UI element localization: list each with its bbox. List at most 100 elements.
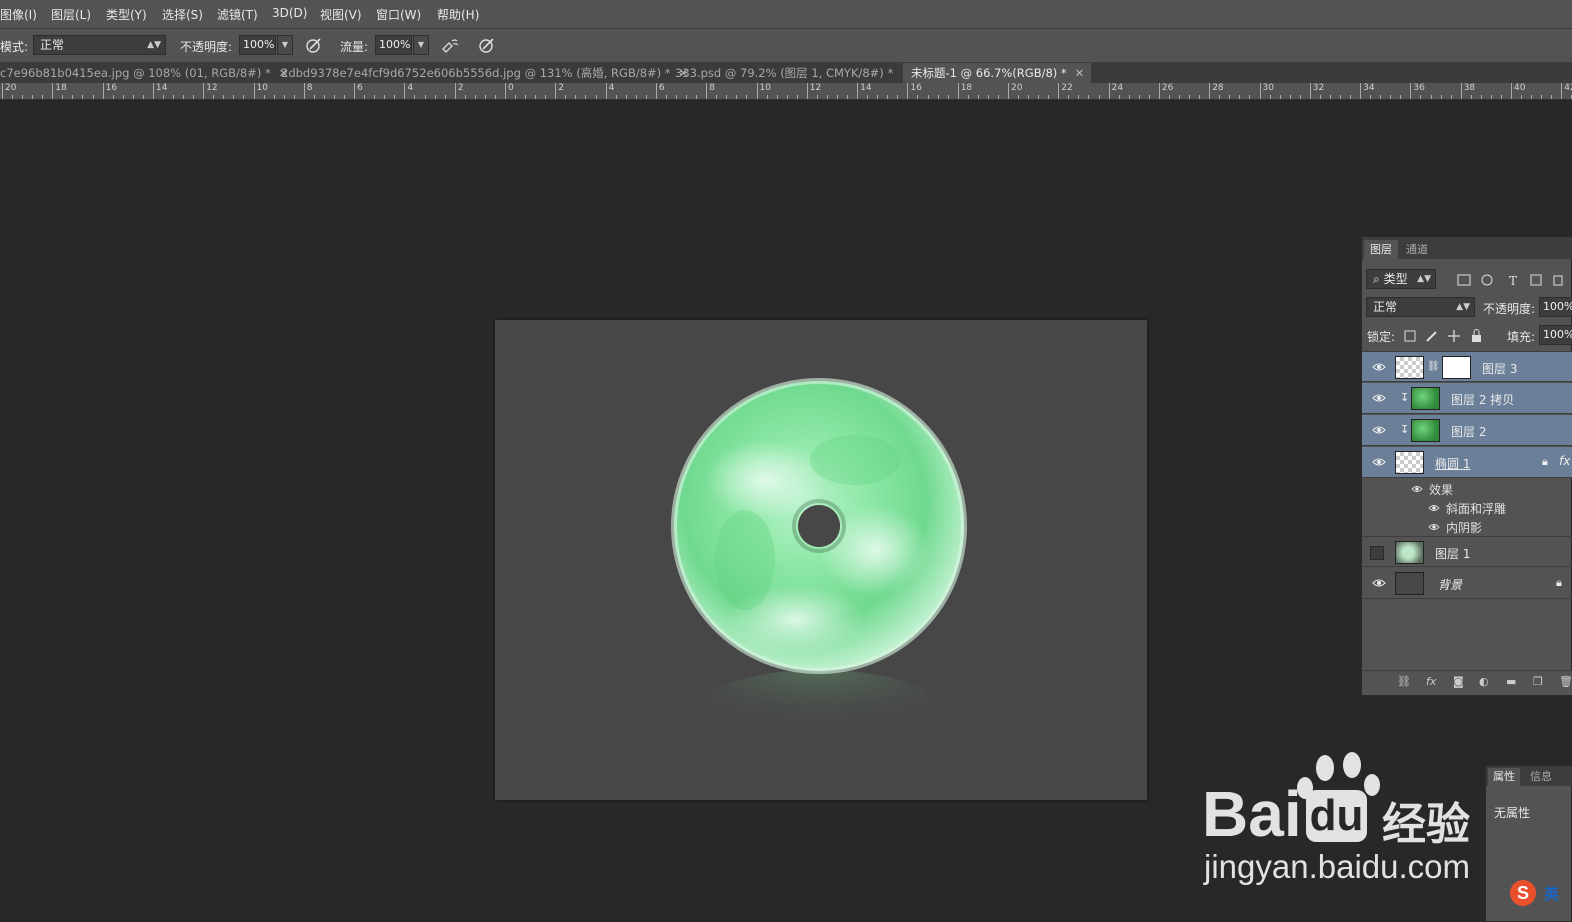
layer-opacity-input[interactable]: 100% <box>1539 297 1572 317</box>
blend-mode-select[interactable]: 正常 ▲▼ <box>1366 297 1475 317</box>
ruler-minor-tick <box>1299 95 1301 99</box>
tab-channels[interactable]: 通道 <box>1400 240 1434 259</box>
effect-inner-shadow-row[interactable]: 内阴影 <box>1362 518 1572 537</box>
add-style-icon[interactable]: fx <box>1426 675 1436 688</box>
options-bar: 模式: 正常 ▲▼ 不透明度: 100% ▼ 流量: 100% ▼ <box>0 29 1572 63</box>
menu-view[interactable]: 视图(V) <box>320 6 362 23</box>
ruler-minor-tick <box>696 95 698 99</box>
close-icon[interactable]: ✕ <box>1075 66 1085 80</box>
ruler-minor-tick <box>162 95 164 99</box>
eye-icon[interactable] <box>1428 522 1440 532</box>
ruler-minor-tick <box>42 95 44 99</box>
eye-icon[interactable] <box>1428 503 1440 513</box>
ruler-major-tick <box>152 83 154 99</box>
ruler-minor-tick <box>243 95 245 99</box>
adjustment-layer-icon[interactable]: ◐ <box>1479 675 1489 688</box>
ruler-minor-tick <box>1088 95 1090 99</box>
lock-label: 锁定: <box>1367 330 1396 344</box>
eye-icon[interactable] <box>1372 361 1386 373</box>
horizontal-ruler[interactable]: 20 18 16 14 12 10 8 6 4 2 0 2 4 6 8 10 12 14 16 18 20 22 24 26 2… <box>0 83 1572 100</box>
opacity-input[interactable]: 100% <box>239 35 276 55</box>
delete-layer-icon[interactable]: 🗑︎ <box>1559 675 1572 688</box>
menu-select[interactable]: 选择(S) <box>162 6 203 23</box>
layer-filter-select[interactable]: ⌕ 类型 ▲▼ <box>1366 269 1436 289</box>
layer-row-background[interactable]: 背景 🔒︎ <box>1362 568 1572 599</box>
tab-doc-3[interactable]: 333.psd @ 79.2% (图层 1, CMYK/8#) *✕ <box>675 63 911 83</box>
airbrush-icon[interactable] <box>441 36 459 54</box>
document-canvas[interactable] <box>495 320 1147 800</box>
layer-thumbnail <box>1395 451 1424 474</box>
eye-icon[interactable] <box>1372 424 1386 436</box>
ruler-major-tick <box>303 83 305 99</box>
ruler-major-tick <box>1259 83 1261 99</box>
ruler-minor-tick <box>1168 95 1170 99</box>
ruler-minor-tick <box>1500 95 1502 99</box>
tab-properties[interactable]: 属性 <box>1488 768 1520 786</box>
ruler-minor-tick <box>716 95 718 99</box>
layer-mask-thumbnail[interactable] <box>1442 356 1471 379</box>
ruler-major-tick <box>505 83 506 99</box>
menu-layer[interactable]: 图层(L) <box>51 6 91 23</box>
ruler-major-tick <box>605 83 607 99</box>
ruler-minor-tick <box>726 95 728 99</box>
tab-doc-4-active[interactable]: 未标题-1 @ 66.7%(RGB/8) * ✕ <box>903 63 1091 83</box>
layer-row-layer3[interactable]: ⛓ 图层 3 <box>1362 351 1572 382</box>
menu-3d[interactable]: 3D(D) <box>272 6 307 20</box>
eye-icon[interactable] <box>1372 456 1386 468</box>
flow-dropdown[interactable]: ▼ <box>413 35 429 55</box>
menu-filter[interactable]: 滤镜(T) <box>217 6 258 23</box>
pressure-opacity-icon[interactable] <box>305 36 323 54</box>
ruler-minor-tick <box>987 95 989 99</box>
clip-arrow-icon: ↧ <box>1400 391 1410 404</box>
mode-select[interactable]: 正常 ▲▼ <box>33 35 166 55</box>
ruler-minor-tick <box>1450 95 1452 99</box>
ime-indicator[interactable]: S 英 <box>1508 878 1572 908</box>
effect-bevel-row[interactable]: 斜面和浮雕 <box>1362 499 1572 518</box>
ruler-minor-tick <box>323 95 325 99</box>
new-layer-icon[interactable]: ❐ <box>1533 675 1543 688</box>
menu-help[interactable]: 帮助(H) <box>437 6 479 23</box>
tab-layers[interactable]: 图层 <box>1364 240 1398 259</box>
layer-row-layer2-copy[interactable]: ↧ 图层 2 拷贝 <box>1362 383 1572 414</box>
ruler-label: 10 <box>759 83 771 93</box>
menu-window[interactable]: 窗口(W) <box>376 6 421 23</box>
ruler-major-tick <box>857 83 859 99</box>
new-group-icon[interactable]: ▬ <box>1506 675 1516 688</box>
updown-arrows-icon: ▲▼ <box>1456 302 1470 312</box>
ruler-minor-tick <box>142 95 144 99</box>
layer-row-layer1[interactable]: 图层 1 <box>1362 536 1572 567</box>
visibility-toggle-off[interactable] <box>1370 546 1384 560</box>
flow-input[interactable]: 100% <box>375 35 412 55</box>
ruler-minor-tick <box>1279 95 1281 99</box>
fx-icon[interactable]: fx <box>1559 454 1570 468</box>
lock-icons[interactable] <box>1404 329 1484 343</box>
eye-icon[interactable] <box>1372 577 1386 589</box>
eye-icon[interactable] <box>1372 392 1386 404</box>
effects-row[interactable]: 效果 <box>1362 480 1572 499</box>
ruler-minor-tick <box>897 95 899 99</box>
link-layers-icon[interactable]: ⛓ <box>1397 675 1411 688</box>
fill-input[interactable]: 100% <box>1539 325 1572 345</box>
tab-doc-2[interactable]: 2dbd9378e7e4fcf9d6752e606b5556d.jpg @ 13… <box>281 63 688 83</box>
tab-info[interactable]: 信息 <box>1530 768 1552 786</box>
mode-select-value: 正常 <box>40 38 65 52</box>
menu-image[interactable]: 图像(I) <box>0 6 37 23</box>
layer-name: 图层 1 <box>1435 547 1471 561</box>
opacity-dropdown[interactable]: ▼ <box>277 35 293 55</box>
link-icon[interactable]: ⛓ <box>1427 361 1440 372</box>
ruler-minor-tick <box>947 95 949 99</box>
eye-icon[interactable] <box>1411 484 1423 494</box>
tab-doc-1[interactable]: c7e96b81b0415ea.jpg @ 108% (01, RGB/8#) … <box>0 63 288 83</box>
ruler-label: 0 <box>508 83 514 93</box>
menu-type[interactable]: 类型(Y) <box>106 6 147 23</box>
ruler-minor-tick <box>977 95 979 99</box>
filter-type-icons[interactable]: T <box>1457 273 1567 287</box>
pressure-size-icon[interactable] <box>478 36 496 54</box>
layer-row-ellipse1[interactable]: 椭圆 1 🔒︎ fx <box>1362 447 1572 478</box>
layer-row-layer2[interactable]: ↧ 图层 2 <box>1362 415 1572 446</box>
ruler-label: 22 <box>1061 83 1073 93</box>
add-mask-icon[interactable]: ◙ <box>1453 675 1464 688</box>
ruler-minor-tick <box>927 95 929 99</box>
ruler-major-tick <box>1108 83 1110 99</box>
ruler-minor-tick <box>173 95 175 99</box>
